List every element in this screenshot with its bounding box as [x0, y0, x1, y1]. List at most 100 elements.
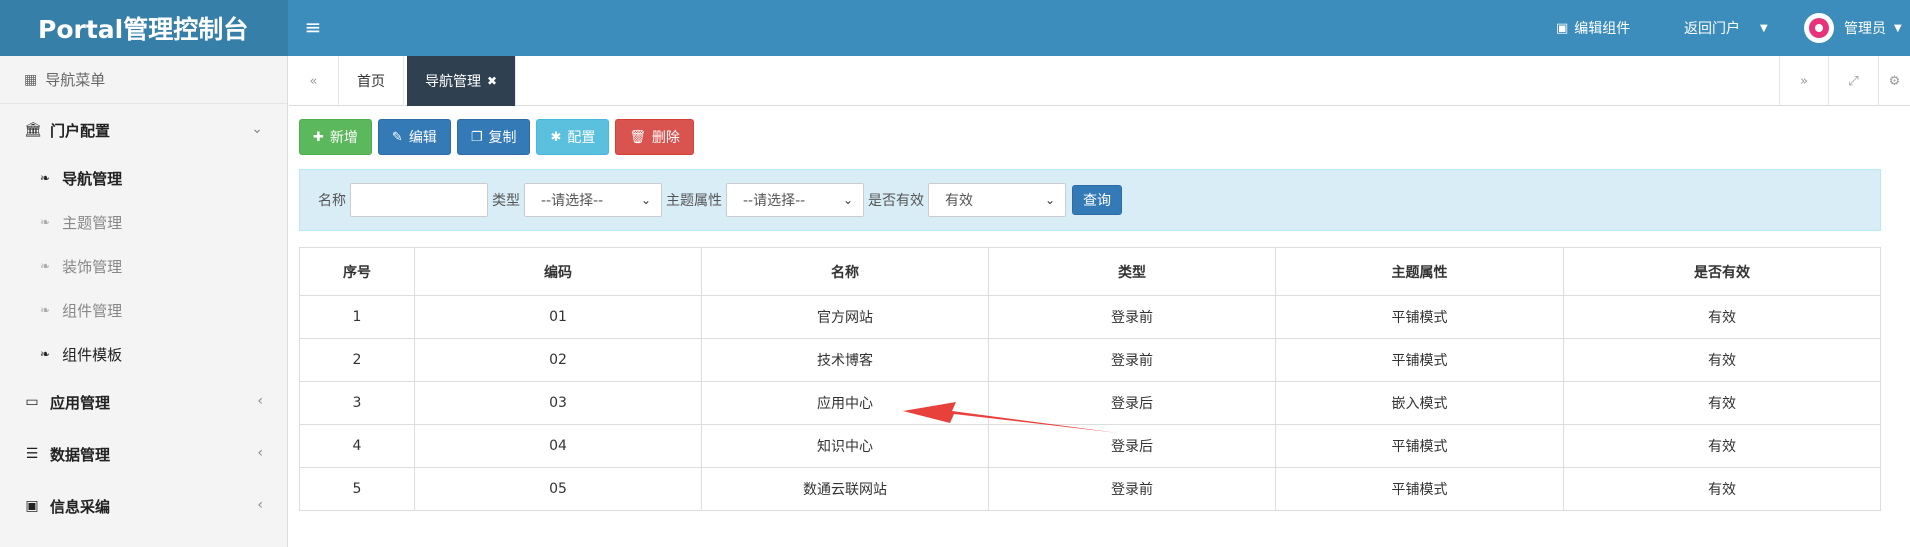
toolbar: ✚ 新增 ✎ 编辑 ❐ 复制 ✱ 配置 🗑 删除 — [299, 119, 694, 155]
grid-icon: ▦ — [24, 71, 38, 88]
valid-select-value: 有效 — [945, 193, 973, 209]
column-header[interactable]: 类型 — [988, 247, 1276, 296]
edit-label: 编辑 — [408, 130, 437, 146]
sidebar-item-theme-manage[interactable]: ❧ 主题管理 — [0, 200, 287, 244]
table-cell: 知识中心 — [701, 424, 989, 468]
edit-widget-button[interactable]: ▣ 编辑组件 — [1556, 0, 1630, 56]
theme-select-value: --请选择-- — [743, 193, 806, 209]
table-cell: 有效 — [1563, 295, 1881, 339]
table-cell: 平铺模式 — [1275, 338, 1564, 382]
theme-label: 主题属性 — [666, 193, 722, 209]
sidebar-item-label: 组件模板 — [62, 345, 123, 364]
table-row[interactable]: 2 02 技术博客 登录前 平铺模式 有效 — [299, 338, 1881, 382]
type-select[interactable]: --请选择-- ⌄ — [524, 183, 662, 217]
sidebar-item-nav-manage[interactable]: ❧ 导航管理 — [0, 156, 287, 200]
add-button[interactable]: ✚ 新增 — [299, 119, 372, 155]
delete-button[interactable]: 🗑 删除 — [615, 119, 694, 155]
table-cell: 官方网站 — [701, 295, 989, 339]
chevron-left-icon: ‹ — [257, 445, 263, 461]
delete-label: 删除 — [651, 130, 680, 146]
sidebar-group-label: 门户配置 — [50, 121, 111, 140]
edit-widget-label: 编辑组件 — [1574, 21, 1631, 37]
sidebar-toggle-icon[interactable]: ≡ — [300, 14, 326, 40]
add-label: 新增 — [329, 130, 358, 146]
table-cell: 5 — [299, 467, 415, 511]
table-row[interactable]: 3 03 应用中心 登录后 嵌入模式 有效 — [299, 381, 1881, 425]
tab-label: 导航管理 — [425, 74, 481, 90]
gear-icon[interactable]: ⚙ — [1879, 56, 1910, 106]
sidebar-item-widget-manage[interactable]: ❧ 组件管理 — [0, 288, 287, 332]
table-cell: 有效 — [1563, 424, 1881, 468]
type-select-value: --请选择-- — [541, 193, 604, 209]
tab-scroll-left-icon[interactable]: « — [289, 56, 339, 106]
column-header[interactable]: 是否有效 — [1563, 247, 1881, 296]
leaf-icon: ❧ — [40, 303, 51, 317]
bank-icon: 🏛 — [24, 122, 42, 138]
search-panel: 名称 类型 --请选择-- ⌄ 主题属性 --请选择-- ⌄ 是否有效 有效 ⌄… — [299, 169, 1881, 231]
table-cell: 登录后 — [988, 381, 1276, 425]
sidebar-item-decor-manage[interactable]: ❧ 装饰管理 — [0, 244, 287, 288]
column-header[interactable]: 主题属性 — [1275, 247, 1564, 296]
column-header[interactable]: 名称 — [701, 247, 989, 296]
main-content: ✚ 新增 ✎ 编辑 ❐ 复制 ✱ 配置 🗑 删除 名称 类型 --请选择-- ⌄… — [289, 107, 1910, 547]
user-menu[interactable]: 管理员 ▼ — [1804, 0, 1902, 56]
theme-select[interactable]: --请选择-- ⌄ — [726, 183, 864, 217]
config-label: 配置 — [567, 130, 596, 146]
sidebar-item-widget-template[interactable]: ❧ 组件模板 — [0, 332, 287, 376]
caret-down-icon: ▼ — [1760, 22, 1768, 34]
leaf-icon: ❧ — [40, 171, 51, 185]
name-label: 名称 — [318, 193, 346, 209]
chevron-down-icon: ⌄ — [842, 193, 853, 207]
app-brand[interactable]: Portal管理控制台 — [0, 0, 288, 56]
tab-nav-manage[interactable]: 导航管理 ✖ — [407, 56, 517, 106]
copy-icon: ❐ — [470, 129, 483, 145]
valid-select[interactable]: 有效 ⌄ — [928, 183, 1066, 217]
table-cell: 登录前 — [988, 338, 1276, 382]
server-icon: ☰ — [25, 446, 39, 462]
avatar — [1804, 13, 1834, 43]
table-cell: 有效 — [1563, 467, 1881, 511]
table-cell: 平铺模式 — [1275, 295, 1564, 339]
table-cell: 1 — [299, 295, 415, 339]
sidebar-title-label: 导航菜单 — [45, 71, 106, 89]
table-cell: 04 — [414, 424, 702, 468]
column-header[interactable]: 序号 — [299, 247, 415, 296]
tab-home[interactable]: 首页 — [339, 56, 404, 106]
column-header[interactable]: 编码 — [414, 247, 702, 296]
trash-icon: 🗑 — [629, 129, 646, 145]
query-button[interactable]: 查询 — [1072, 185, 1122, 215]
chevron-down-icon: ⌄ — [251, 121, 263, 137]
sidebar-group-label: 信息采编 — [50, 497, 111, 516]
chevron-left-icon: ‹ — [257, 497, 263, 513]
tab-bar: « 首页 导航管理 ✖ » ⤢ ⚙ — [289, 56, 1910, 106]
user-name: 管理员 — [1844, 21, 1886, 37]
copy-label: 复制 — [488, 130, 517, 146]
table-cell: 05 — [414, 467, 702, 511]
table-cell: 登录前 — [988, 295, 1276, 339]
sidebar-title: ▦ 导航菜单 — [0, 56, 287, 104]
close-icon[interactable]: ✖ — [487, 74, 497, 88]
table-cell: 01 — [414, 295, 702, 339]
chevron-down-icon: ⌄ — [1044, 193, 1055, 207]
sidebar-group-data-manage[interactable]: ☰ 数据管理 ‹ — [0, 428, 287, 480]
leaf-icon: ❧ — [40, 259, 51, 273]
config-button[interactable]: ✱ 配置 — [536, 119, 610, 155]
table-row[interactable]: 5 05 数通云联网站 登录前 平铺模式 有效 — [299, 467, 1881, 511]
table-row[interactable]: 1 01 官方网站 登录前 平铺模式 有效 — [299, 295, 1881, 339]
valid-label: 是否有效 — [868, 193, 924, 209]
fullscreen-icon[interactable]: ⤢ — [1829, 56, 1879, 106]
tab-scroll-right-icon[interactable]: » — [1779, 56, 1829, 106]
sidebar: ▦ 导航菜单 🏛 门户配置 ⌄ ❧ 导航管理 ❧ 主题管理 ❧ 装饰管理 ❧ 组… — [0, 56, 288, 547]
sidebar-group-portal-config[interactable]: 🏛 门户配置 ⌄ — [0, 104, 287, 156]
table-row[interactable]: 4 04 知识中心 登录后 平铺模式 有效 — [299, 424, 1881, 468]
leaf-icon: ❧ — [40, 215, 51, 229]
table-cell: 平铺模式 — [1275, 424, 1564, 468]
copy-button[interactable]: ❐ 复制 — [456, 119, 531, 155]
table-header-row: 序号 编码 名称 类型 主题属性 是否有效 — [299, 247, 1881, 296]
back-portal-dropdown[interactable]: 返回门户 ▼ — [1684, 0, 1768, 56]
name-input[interactable] — [350, 183, 488, 217]
edit-button[interactable]: ✎ 编辑 — [377, 119, 451, 155]
laptop-icon: ▭ — [25, 394, 39, 410]
sidebar-group-app-manage[interactable]: ▭ 应用管理 ‹ — [0, 376, 287, 428]
sidebar-group-info-edit[interactable]: ▣ 信息采编 ‹ — [0, 480, 287, 532]
